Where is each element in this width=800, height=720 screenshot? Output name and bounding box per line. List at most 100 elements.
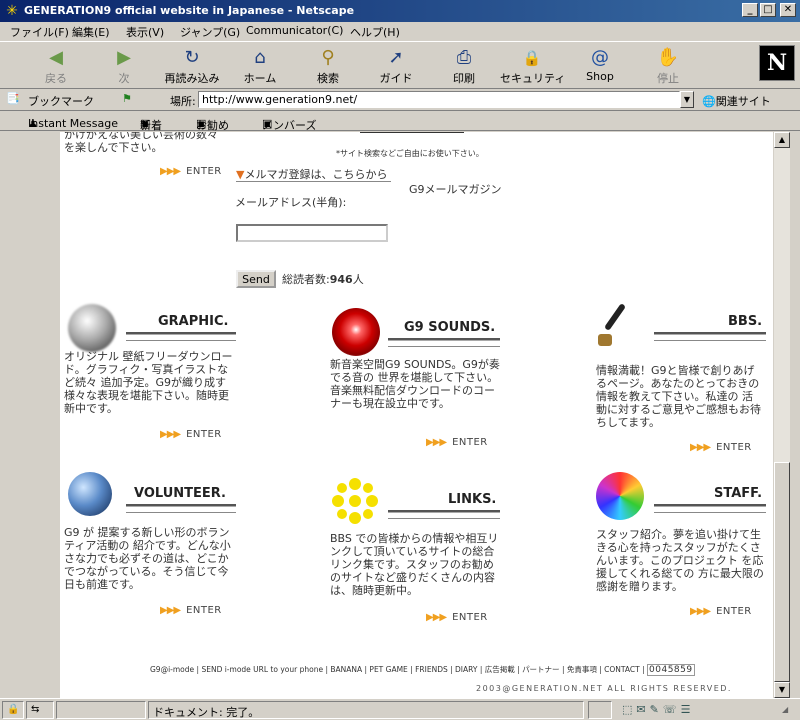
- minimize-button[interactable]: _: [742, 3, 758, 17]
- netscape-logo[interactable]: N: [759, 45, 795, 81]
- links-flower-icon: [332, 478, 378, 524]
- back-arrow-icon: ◀: [49, 47, 63, 68]
- sounds-section-title[interactable]: G9 SOUNDS.: [404, 320, 495, 335]
- footer-link[interactable]: 免責事項: [567, 665, 597, 674]
- menu-communicator[interactable]: Communicator(C): [246, 24, 343, 37]
- menu-file[interactable]: ファイル(F): [10, 24, 69, 40]
- menu-view[interactable]: 表示(V): [126, 24, 164, 40]
- footer-link[interactable]: BANANA: [330, 665, 362, 674]
- site-search-note: *サイト検索などご自由にお使い下さい。: [336, 149, 484, 158]
- stop-button[interactable]: ✋ 停止: [636, 46, 700, 88]
- sounds-description: 新音楽空間G9 SOUNDS。G9が奏でる音の 世界を堪能して下さい。音楽無料配…: [330, 358, 500, 410]
- navigation-toolbar: ◀ 戻る ▶ 次 ↻ 再読み込み ⌂ ホーム ⚲ 検索 ➚ ガイド ⎙ 印刷 🔒…: [0, 41, 800, 89]
- bbs-title-rule-2: [654, 340, 766, 341]
- menu-edit[interactable]: 編集(E): [72, 24, 110, 40]
- staff-rainbow-icon: [596, 472, 644, 520]
- navigator-icon[interactable]: ⬚: [622, 703, 636, 716]
- bbs-enter-button[interactable]: ▶▶▶ ENTER: [690, 442, 752, 453]
- footer-link[interactable]: SEND i-mode URL to your phone: [201, 665, 323, 674]
- discussion-icon[interactable]: ☰: [681, 703, 695, 716]
- links-title-rule: [388, 510, 500, 513]
- graphic-enter-button[interactable]: ▶▶▶ ENTER: [160, 429, 222, 440]
- scroll-down-button[interactable]: ▼: [774, 682, 790, 698]
- footer-link[interactable]: CONTACT: [604, 665, 640, 674]
- graphic-title-rule: [126, 332, 236, 335]
- forward-button[interactable]: ▶ 次: [92, 46, 156, 88]
- maximize-button[interactable]: □: [760, 3, 776, 17]
- scroll-thumb[interactable]: [774, 462, 790, 682]
- staff-enter-button[interactable]: ▶▶▶ ENTER: [690, 606, 752, 617]
- related-sites-button[interactable]: 🌐関連サイト: [702, 93, 771, 109]
- back-button[interactable]: ◀ 戻る: [24, 46, 88, 88]
- print-button[interactable]: ⎙ 印刷: [432, 46, 496, 88]
- search-button[interactable]: ⚲ 検索: [296, 46, 360, 88]
- bookmark-icon: 📑: [6, 92, 20, 105]
- bookmarks-button[interactable]: ブックマーク: [28, 93, 94, 109]
- security-status-icon[interactable]: 🔒: [2, 701, 24, 719]
- netscape-window-icon[interactable]: ✳: [4, 3, 20, 19]
- bbs-title-rule: [654, 332, 766, 335]
- mail-icon[interactable]: ✉: [636, 703, 649, 716]
- staff-section-title[interactable]: STAFF.: [714, 486, 762, 501]
- scroll-up-button[interactable]: ▲: [774, 132, 790, 148]
- visitor-counter: 0045859: [647, 664, 695, 676]
- menu-go[interactable]: ジャンプ(G): [180, 24, 240, 40]
- graphic-title-rule-2: [126, 340, 236, 341]
- footer-link[interactable]: FRIENDS: [415, 665, 448, 674]
- mailmag-enter-button[interactable]: ▶▶▶ ENTER: [160, 166, 222, 177]
- footer-link[interactable]: パートナー: [522, 665, 560, 674]
- resize-grip[interactable]: ◢: [782, 705, 788, 714]
- component-bar[interactable]: ⬚✉✎☏☰: [622, 703, 694, 716]
- graphic-sphere-icon: [68, 304, 116, 352]
- shop-button[interactable]: @ Shop: [568, 46, 632, 88]
- menu-help[interactable]: ヘルプ(H): [350, 24, 400, 40]
- security-button[interactable]: 🔒 セキュリティ: [500, 46, 565, 88]
- search-bar-remnant: [360, 132, 464, 133]
- status-bar: 🔒 ⇆ ドキュメント: 完了。 ⬚✉✎☏☰ ◢: [0, 698, 800, 720]
- bbs-quill-icon: [594, 300, 640, 354]
- reload-button[interactable]: ↻ 再読み込み: [160, 46, 224, 88]
- sounds-enter-button[interactable]: ▶▶▶ ENTER: [426, 437, 488, 448]
- sounds-title-rule-2: [388, 346, 500, 347]
- url-field[interactable]: http://www.generation9.net/: [198, 91, 680, 108]
- footer-link[interactable]: G9@i-mode: [150, 665, 194, 674]
- forward-arrow-icon: ▶: [117, 47, 131, 68]
- volunteer-section-title[interactable]: VOLUNTEER.: [134, 486, 226, 501]
- status-aux-pane: [588, 701, 612, 719]
- mailmag-link[interactable]: ▼メルマガ登録は、こちらから: [236, 168, 392, 182]
- email-label: メールアドレス(半角):: [235, 196, 347, 209]
- address-book-icon[interactable]: ☏: [663, 703, 681, 716]
- footer-link[interactable]: DIARY: [455, 665, 477, 674]
- volunteer-description: G9 が 提案する新しい形のボランティア活動の 紹介です。どんな小さな力でも必ず…: [64, 526, 231, 591]
- close-button[interactable]: ✕: [780, 3, 796, 17]
- window-title-bar[interactable]: ✳ GENERATION9 official website in Japane…: [0, 0, 800, 22]
- volunteer-title-rule-2: [126, 512, 236, 513]
- send-button[interactable]: Send: [236, 270, 276, 288]
- staff-title-rule-2: [654, 512, 766, 513]
- location-bar: 📑 ブックマーク ⚑ 場所: http://www.generation9.ne…: [0, 89, 800, 111]
- readers-count-text: 総読者数:946人: [282, 273, 364, 286]
- bbs-section-title[interactable]: BBS.: [728, 314, 762, 329]
- links-section-title[interactable]: LINKS.: [448, 492, 496, 507]
- page-proxy-icon[interactable]: ⚑: [122, 92, 132, 105]
- status-message: ドキュメント: 完了。: [148, 701, 584, 719]
- links-enter-button[interactable]: ▶▶▶ ENTER: [426, 612, 488, 623]
- home-button[interactable]: ⌂ ホーム: [228, 46, 292, 88]
- graphic-section-title[interactable]: GRAPHIC.: [158, 314, 228, 329]
- staff-title-rule: [654, 504, 766, 507]
- url-dropdown-button[interactable]: ▼: [680, 91, 694, 108]
- email-input[interactable]: [236, 224, 388, 242]
- home-icon: ⌂: [254, 47, 266, 68]
- security-lock-icon: 🔒: [522, 49, 542, 67]
- vertical-scrollbar[interactable]: ▲ ▼: [774, 132, 790, 698]
- volunteer-title-rule: [126, 504, 236, 507]
- footer-link[interactable]: 広告掲載: [485, 665, 515, 674]
- guide-button[interactable]: ➚ ガイド: [364, 46, 428, 88]
- composer-icon[interactable]: ✎: [650, 703, 663, 716]
- bbs-description: 情報満載！G9と皆様で創りあげるページ。あなたのとっておきの情報を教えて下さい。…: [596, 364, 761, 429]
- guide-icon: ➚: [388, 47, 404, 68]
- stop-icon: ✋: [656, 47, 680, 68]
- search-icon: ⚲: [321, 47, 335, 68]
- footer-link[interactable]: PET GAME: [369, 665, 407, 674]
- volunteer-enter-button[interactable]: ▶▶▶ ENTER: [160, 605, 222, 616]
